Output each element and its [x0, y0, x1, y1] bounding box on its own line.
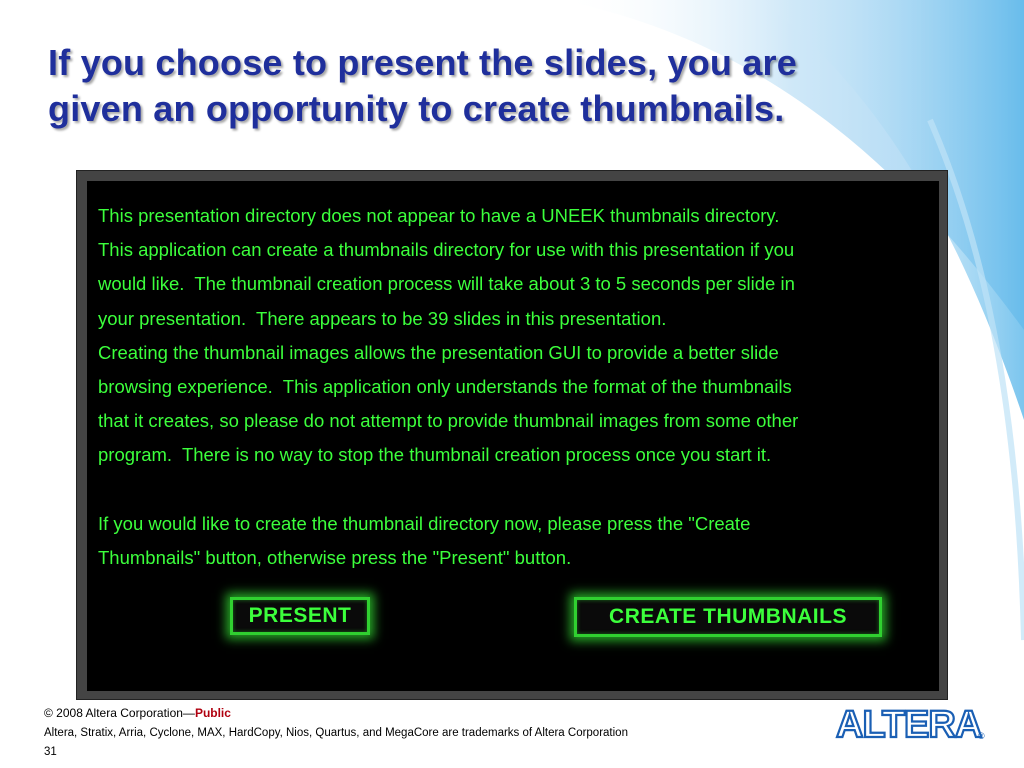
footer-trademarks: Altera, Stratix, Arria, Cyclone, MAX, Ha… — [44, 727, 628, 739]
create-thumbnails-button[interactable]: CREATE THUMBNAILS — [574, 597, 882, 637]
slide-title: If you choose to present the slides, you… — [48, 40, 948, 132]
altera-logo: ALTERA ® — [835, 703, 985, 747]
slide-title-line1: If you choose to present the slides, you… — [48, 42, 797, 83]
page-number: 31 — [44, 746, 57, 758]
slide-title-line2: given an opportunity to create thumbnail… — [48, 88, 785, 129]
logo-wordmark: ALTERA — [836, 704, 982, 746]
footer-copyright: © 2008 Altera Corporation—Public — [44, 706, 231, 720]
dialog-panel: This presentation directory does not app… — [87, 181, 939, 691]
public-label: Public — [194, 706, 231, 720]
copyright-text: © 2008 Altera Corporation— — [44, 706, 195, 720]
dialog-message: This presentation directory does not app… — [98, 205, 799, 569]
thumbnail-dialog: This presentation directory does not app… — [76, 170, 948, 700]
present-button[interactable]: PRESENT — [230, 597, 370, 635]
logo-registered: ® — [978, 731, 985, 741]
